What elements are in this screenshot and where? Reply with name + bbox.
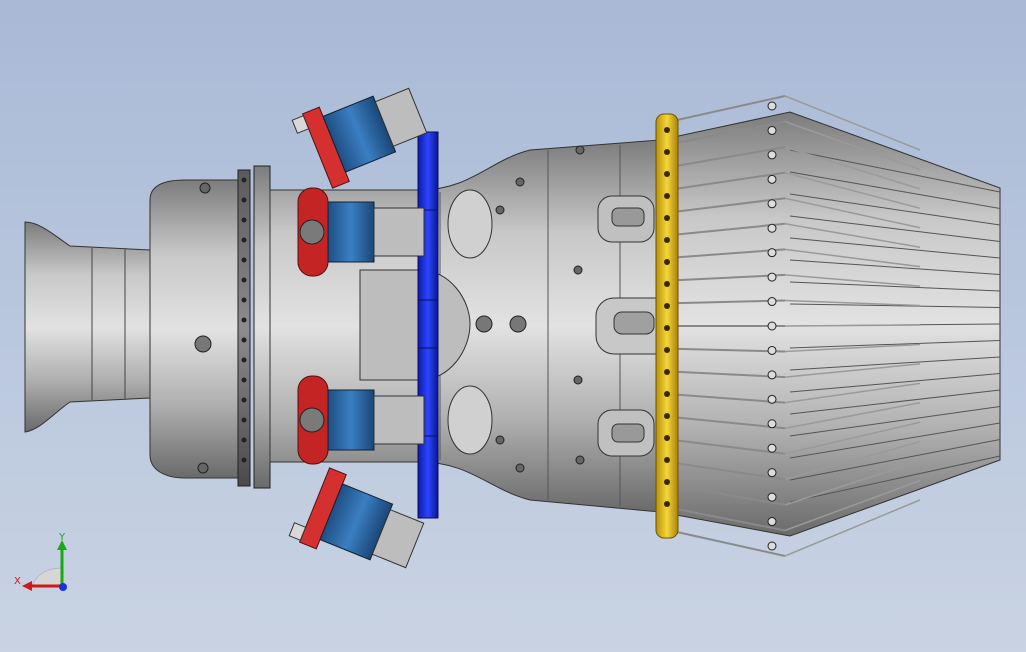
rod-clevis	[767, 174, 777, 184]
ring-bolt	[664, 281, 670, 287]
ring-bolt	[664, 171, 670, 177]
rod-clevis	[767, 297, 777, 307]
triad-plane	[31, 567, 63, 587]
core-hole	[573, 375, 583, 385]
inlet-bellmouth[interactable]	[24, 221, 151, 433]
ring-bolt	[664, 501, 670, 507]
ring-bolt	[664, 303, 670, 309]
ring-bolt	[664, 369, 670, 375]
ring-bolt	[664, 413, 670, 419]
x-axis-arrowhead	[22, 581, 32, 591]
flange-bolt	[241, 397, 247, 403]
ring-bolt	[664, 149, 670, 155]
rod-clevis	[767, 517, 777, 527]
core-hole	[575, 455, 585, 465]
flange-stack[interactable]	[237, 165, 271, 489]
flange-bolt	[241, 317, 247, 323]
model-viewport[interactable]: Y X	[0, 0, 1026, 652]
flange-bolt	[241, 377, 247, 383]
rod-clevis	[767, 492, 777, 502]
flange-bolt	[241, 457, 247, 463]
ring-bolt	[664, 435, 670, 441]
valve-top-upper[interactable]	[291, 73, 432, 192]
ring-bolt	[664, 479, 670, 485]
flange-bolt	[241, 357, 247, 363]
flange-bolt	[241, 257, 247, 263]
tie-rod	[667, 529, 786, 557]
axis-triad[interactable]: Y X	[10, 528, 80, 600]
ring-bolt	[664, 237, 670, 243]
rod-clevis	[767, 419, 777, 429]
flange-bolt	[241, 417, 247, 423]
rod-clevis	[767, 248, 777, 258]
blue-clamp-band[interactable]	[417, 131, 439, 519]
rod-clevis	[767, 443, 777, 453]
ring-bolt	[664, 127, 670, 133]
z-axis-dot	[59, 583, 67, 591]
flange-bolt	[241, 337, 247, 343]
flange-bolt	[241, 237, 247, 243]
rod-clevis	[767, 223, 777, 233]
rod-clevis	[767, 150, 777, 160]
rod-clevis	[767, 468, 777, 478]
valve-bottom-lower[interactable]	[288, 463, 429, 582]
core-hole	[515, 463, 525, 473]
core-hole	[495, 205, 505, 215]
tie-rod	[784, 324, 921, 327]
ring-bolt	[664, 325, 670, 331]
flange-bolt	[241, 437, 247, 443]
x-axis-label: X	[14, 576, 21, 587]
rod-clevis	[767, 199, 777, 209]
flange-bolt	[241, 277, 247, 283]
ring-bolt	[664, 457, 670, 463]
flange-bolt	[241, 197, 247, 203]
flange-bolt	[241, 297, 247, 303]
exhaust-nozzle[interactable]	[659, 111, 1001, 537]
rod-clevis	[767, 125, 777, 135]
engine-assembly-model[interactable]	[0, 0, 1026, 652]
rod-clevis	[767, 394, 777, 404]
ring-bolt	[664, 347, 670, 353]
rod-clevis	[767, 370, 777, 380]
core-hole	[573, 265, 583, 275]
flange-bolt	[241, 177, 247, 183]
rod-clevis	[767, 321, 777, 331]
core-casing[interactable]	[269, 139, 711, 513]
ring-bolt	[664, 193, 670, 199]
core-hole	[495, 435, 505, 445]
ring-bolt	[664, 259, 670, 265]
gold-actuator-ring[interactable]	[655, 113, 679, 539]
rod-clevis	[767, 101, 777, 111]
core-hole	[515, 177, 525, 187]
y-axis-label: Y	[58, 532, 66, 543]
ring-bolt	[664, 391, 670, 397]
core-hole	[575, 145, 585, 155]
flange-bolt	[241, 217, 247, 223]
rod-clevis	[767, 345, 777, 355]
ring-bolt	[664, 215, 670, 221]
rod-clevis	[767, 541, 777, 551]
plenum-casing[interactable]	[149, 179, 246, 479]
rod-clevis	[767, 272, 777, 282]
